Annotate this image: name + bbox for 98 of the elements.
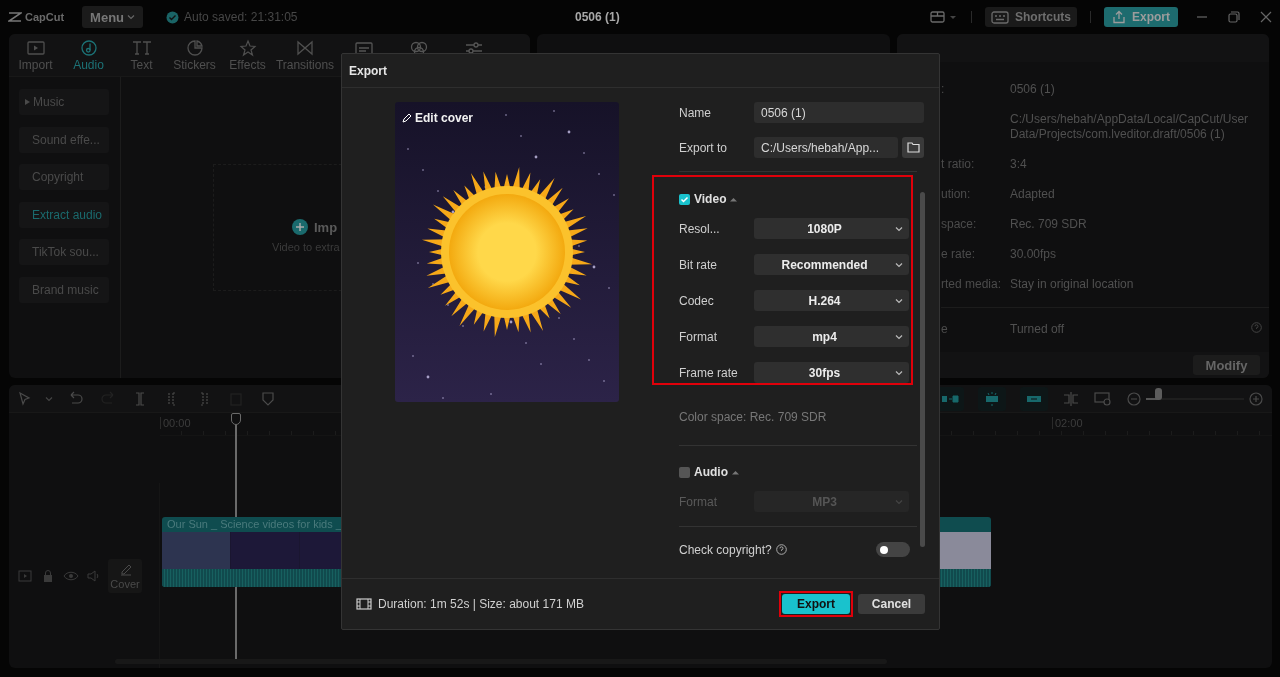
- media-tab[interactable]: Stickers: [168, 34, 221, 76]
- media-tab[interactable]: Import: [9, 34, 62, 76]
- detail-label: e: [941, 322, 949, 338]
- project-title: 0506 (1): [575, 10, 620, 24]
- zoom-out-icon[interactable]: [1126, 390, 1142, 407]
- layout-icon[interactable]: [929, 11, 958, 23]
- setting-label: Resol...: [679, 221, 721, 236]
- logo-icon: [8, 12, 22, 22]
- detail-value: Stay in original location: [1010, 277, 1135, 293]
- copyright-label: Check copyright?: [679, 542, 772, 557]
- restore-icon[interactable]: [1228, 11, 1240, 23]
- pencil-icon: [402, 113, 412, 123]
- detail-label: space:: [941, 217, 978, 233]
- setting-label: Format: [679, 494, 718, 509]
- app-logo: CapCut: [25, 11, 65, 23]
- caret-icon[interactable]: [730, 196, 738, 202]
- align-icon[interactable]: [1062, 390, 1080, 407]
- detail-label: rted media:: [941, 277, 1003, 293]
- detail-label: t ratio:: [941, 157, 976, 173]
- sticker-icon: [184, 38, 205, 57]
- caret-icon: [25, 99, 30, 105]
- export-button[interactable]: Export: [782, 594, 850, 614]
- autosave-status: Auto saved: 21:31:05: [184, 10, 298, 24]
- import-label: Imp: [314, 219, 338, 235]
- edit-cover-button[interactable]: Edit cover: [402, 111, 474, 125]
- text-icon: [131, 38, 152, 57]
- folder-button[interactable]: [902, 137, 924, 158]
- scrollbar[interactable]: [920, 192, 925, 547]
- detail-value: 30.00fps: [1010, 247, 1058, 263]
- setting-label: Format: [679, 329, 718, 344]
- sidebar-item[interactable]: Extract audio: [19, 201, 109, 228]
- setting-label: Bit rate: [679, 257, 718, 272]
- checkbox[interactable]: [679, 466, 690, 478]
- track-video-icon[interactable]: [17, 567, 33, 584]
- zoom-in-icon[interactable]: [1248, 390, 1264, 407]
- caret-icon: [895, 261, 903, 268]
- caret-icon: [895, 369, 903, 376]
- marker-icon[interactable]: [259, 390, 277, 407]
- section-title: Video: [694, 192, 727, 206]
- music-note-icon: [78, 38, 99, 57]
- media-tab[interactable]: Audio: [62, 34, 115, 76]
- dialog-title: Export: [342, 54, 939, 88]
- color-space-info: Color space: Rec. 709 SDR: [679, 410, 828, 424]
- keyboard-icon: [990, 10, 1009, 24]
- field-label: Name: [679, 105, 712, 120]
- detail-value: Rec. 709 SDR: [1010, 217, 1088, 233]
- detail-label: :: [941, 82, 946, 98]
- check-circle-icon: [166, 10, 180, 24]
- media-tab[interactable]: Text: [115, 34, 168, 76]
- caret-icon: [895, 297, 903, 304]
- dropdown[interactable]: H.264: [754, 290, 909, 311]
- detail-value: Turned off: [1010, 322, 1066, 338]
- toggle-switch[interactable]: [876, 542, 910, 557]
- modify-button[interactable]: Modify: [1193, 355, 1260, 376]
- share-icon: [1112, 10, 1126, 24]
- media-tab[interactable]: Transitions: [274, 34, 336, 76]
- pointer-icon[interactable]: [17, 390, 31, 407]
- export-summary: Duration: 1m 52s | Size: about 171 MB: [378, 597, 584, 611]
- caret-icon: [127, 14, 136, 20]
- setting-label: Codec: [679, 293, 715, 308]
- video-icon: [25, 38, 46, 57]
- path-field[interactable]: C:/Users/hebah/App...: [754, 137, 898, 158]
- folder-icon: [906, 142, 920, 153]
- dropdown[interactable]: 1080P: [754, 218, 909, 239]
- plus-icon: [292, 219, 308, 235]
- preview-icon[interactable]: [1094, 390, 1112, 407]
- detail-value: 0506 (1): [1010, 82, 1056, 98]
- detail-label: ution:: [941, 187, 972, 203]
- caret-icon[interactable]: [732, 469, 739, 475]
- caret-icon: [895, 225, 903, 232]
- dropdown[interactable]: mp4: [754, 326, 909, 347]
- setting-label: Frame rate: [679, 365, 739, 380]
- field-label: Export to: [679, 140, 729, 155]
- close-icon[interactable]: [1260, 11, 1272, 23]
- shortcuts-button[interactable]: Shortcuts: [984, 7, 1077, 27]
- dropdown[interactable]: Recommended: [754, 254, 909, 275]
- star-icon: [237, 38, 258, 57]
- detail-value: C:/Users/hebah/AppData/Local/CapCut/User Data/Projects/com.lveditor.draft/0506 (1): [1010, 112, 1250, 143]
- media-tab[interactable]: Effects: [221, 34, 274, 76]
- detail-value: Adapted: [1010, 187, 1056, 203]
- bowtie-icon: [295, 38, 315, 57]
- cancel-button[interactable]: Cancel: [858, 594, 925, 614]
- dropdown[interactable]: 30fps: [754, 362, 909, 383]
- film-icon: [356, 598, 372, 610]
- caret-icon: [895, 333, 903, 340]
- export-button[interactable]: Export: [1104, 7, 1178, 27]
- scrollbar[interactable]: [115, 659, 887, 664]
- section-title: Audio: [694, 465, 728, 479]
- caret-icon: [45, 395, 53, 402]
- detail-value: 3:4: [1010, 157, 1028, 173]
- slider-thumb[interactable]: [1154, 387, 1162, 400]
- name-field[interactable]: 0506 (1): [754, 102, 924, 123]
- caret-icon: [895, 498, 903, 505]
- playhead-handle[interactable]: [231, 413, 241, 425]
- checkbox[interactable]: [679, 193, 690, 205]
- detail-label: e rate:: [941, 247, 977, 263]
- help-icon[interactable]: [775, 544, 787, 555]
- menu-button[interactable]: Menu: [82, 6, 144, 28]
